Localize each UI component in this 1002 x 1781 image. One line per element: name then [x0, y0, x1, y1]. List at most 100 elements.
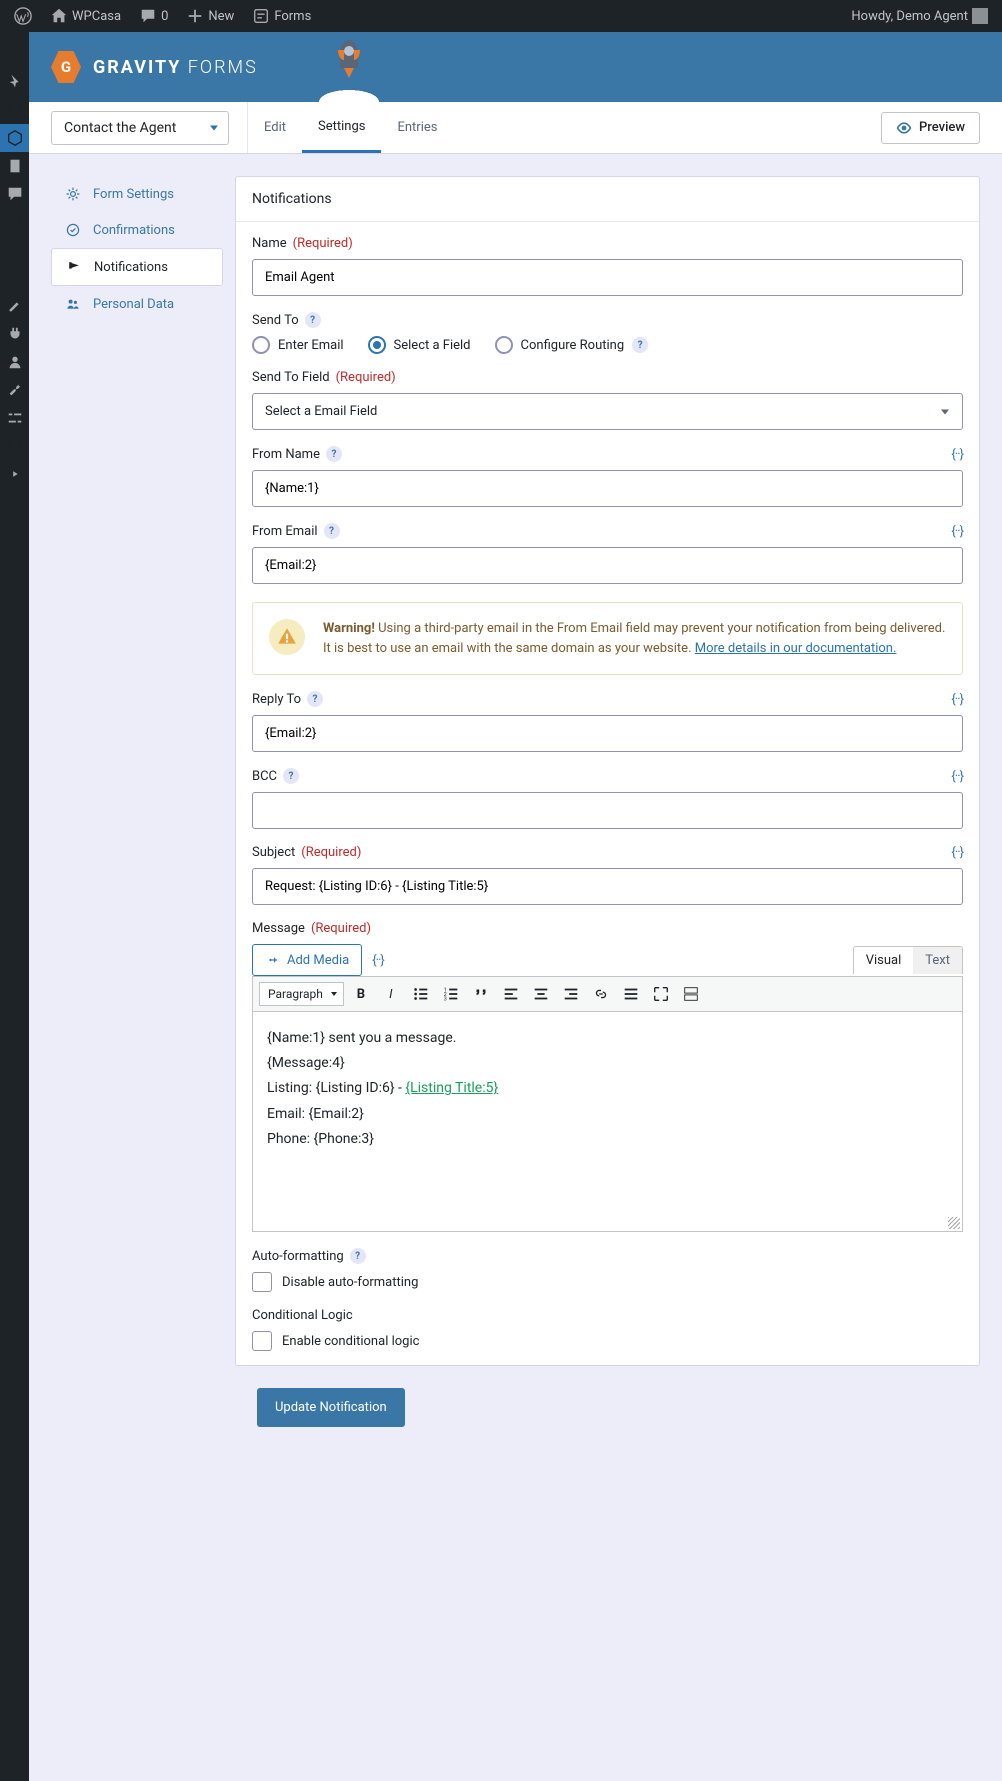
menu-gravity-icon[interactable]: [0, 124, 29, 152]
sendto-field-label: Send To Field: [252, 370, 330, 385]
autofmt-checkbox[interactable]: [252, 1272, 272, 1292]
quote-icon[interactable]: [468, 981, 494, 1007]
menu-pages-icon[interactable]: [0, 152, 29, 180]
menu-comments-icon[interactable]: [0, 180, 29, 208]
editor-toolbar: Paragraph B I 123: [252, 976, 963, 1012]
menu-forms-icon[interactable]: [0, 96, 29, 124]
forms-label: Forms: [274, 9, 311, 24]
wp-logo[interactable]: [8, 7, 38, 25]
gravity-logo-text: GRAVITY FORMS: [93, 57, 258, 78]
merge-tag-icon[interactable]: {··}: [372, 953, 384, 968]
ul-icon[interactable]: [408, 981, 434, 1007]
menu-tools-icon[interactable]: [0, 376, 29, 404]
radio-select-field[interactable]: Select a Field: [368, 336, 471, 354]
forms-link[interactable]: Forms: [246, 7, 317, 25]
menu-pin-icon[interactable]: [0, 68, 29, 96]
from-email-input[interactable]: [252, 547, 963, 584]
resize-handle[interactable]: [948, 1217, 960, 1229]
link-icon[interactable]: [588, 981, 614, 1007]
align-right-icon[interactable]: [558, 981, 584, 1007]
avatar: [972, 8, 988, 24]
merge-tag-icon[interactable]: {··}: [951, 769, 963, 784]
panel-title: Notifications: [236, 177, 979, 222]
align-left-icon[interactable]: [498, 981, 524, 1007]
menu-appearance-icon[interactable]: [0, 292, 29, 320]
tab-edit[interactable]: Edit: [248, 102, 302, 153]
from-email-label: From Email: [252, 524, 318, 539]
help-icon[interactable]: ?: [632, 337, 648, 353]
bold-icon[interactable]: B: [348, 981, 374, 1007]
paragraph-select[interactable]: Paragraph: [259, 982, 344, 1006]
merge-tag-icon[interactable]: {··}: [951, 524, 963, 539]
bcc-input[interactable]: [252, 792, 963, 829]
italic-icon[interactable]: I: [378, 981, 404, 1007]
comments-link[interactable]: 0: [133, 7, 174, 25]
menu-location-icon[interactable]: [0, 236, 29, 264]
ol-icon[interactable]: 123: [438, 981, 464, 1007]
update-notification-button[interactable]: Update Notification: [257, 1388, 405, 1427]
nav-form-settings[interactable]: Form Settings: [51, 176, 223, 212]
add-media-button[interactable]: Add Media: [252, 944, 362, 976]
merge-tag-icon[interactable]: {··}: [951, 692, 963, 707]
form-selector[interactable]: Contact the Agent: [51, 111, 229, 145]
wp-adminbar: WPCasa 0 New Forms Howdy, Demo Agent: [0, 0, 1002, 32]
wp-sidebar: [0, 32, 29, 1781]
comments-count: 0: [161, 9, 168, 24]
new-content[interactable]: New: [180, 7, 240, 25]
message-editor[interactable]: {Name:1} sent you a message. {Message:4}…: [252, 1012, 963, 1232]
message-label: Message: [252, 921, 305, 936]
merge-tag-icon[interactable]: {··}: [951, 845, 963, 860]
menu-dashboard-icon[interactable]: [0, 40, 29, 68]
menu-settings-icon[interactable]: [0, 404, 29, 432]
radio-configure-routing[interactable]: Configure Routing ?: [495, 336, 649, 354]
menu-generic-icon[interactable]: [0, 432, 29, 460]
nav-personal-data[interactable]: Personal Data: [51, 286, 223, 322]
bcc-label: BCC: [252, 769, 277, 784]
svg-text:3: 3: [444, 996, 447, 1002]
editor-tab-text[interactable]: Text: [913, 947, 962, 974]
help-icon[interactable]: ?: [350, 1248, 366, 1264]
name-label: Name: [252, 236, 287, 251]
help-icon[interactable]: ?: [307, 691, 323, 707]
menu-media-icon[interactable]: [0, 460, 29, 488]
radio-enter-email[interactable]: Enter Email: [252, 336, 344, 354]
help-icon[interactable]: ?: [326, 446, 342, 462]
tab-entries[interactable]: Entries: [381, 102, 453, 153]
toolbar-toggle-icon[interactable]: [678, 981, 704, 1007]
editor-tab-visual[interactable]: Visual: [854, 947, 914, 974]
merge-tag-icon[interactable]: {··}: [951, 447, 963, 462]
listing-link[interactable]: {Listing Title:5}: [405, 1080, 498, 1096]
name-input[interactable]: [252, 259, 963, 296]
nav-notifications[interactable]: Notifications: [51, 248, 223, 286]
cond-checkbox[interactable]: [252, 1331, 272, 1351]
settings-nav: Form Settings Confirmations Notification…: [51, 176, 223, 322]
warning-link[interactable]: More details in our documentation.: [695, 641, 897, 656]
readmore-icon[interactable]: [618, 981, 644, 1007]
subject-label: Subject: [252, 845, 295, 860]
align-center-icon[interactable]: [528, 981, 554, 1007]
fullscreen-icon[interactable]: [648, 981, 674, 1007]
tab-settings[interactable]: Settings: [302, 102, 381, 153]
menu-collapse-icon[interactable]: [0, 264, 29, 292]
from-name-input[interactable]: [252, 470, 963, 507]
howdy-text: Howdy, Demo Agent: [851, 9, 968, 24]
help-icon[interactable]: ?: [283, 768, 299, 784]
help-icon[interactable]: ?: [305, 312, 321, 328]
menu-mail-icon[interactable]: [0, 208, 29, 236]
sendto-field-select[interactable]: Select a Email Field: [252, 393, 963, 430]
form-topbar: Contact the Agent Edit Settings Entries …: [29, 102, 1002, 154]
site-link[interactable]: WPCasa: [44, 7, 127, 25]
from-name-label: From Name: [252, 447, 320, 462]
subject-input[interactable]: [252, 868, 963, 905]
help-icon[interactable]: ?: [324, 523, 340, 539]
account-link[interactable]: Howdy, Demo Agent: [845, 8, 994, 24]
site-name: WPCasa: [72, 9, 121, 24]
cond-label: Conditional Logic: [252, 1308, 353, 1323]
reply-input[interactable]: [252, 715, 963, 752]
preview-button[interactable]: Preview: [881, 112, 980, 144]
nav-confirmations[interactable]: Confirmations: [51, 212, 223, 248]
menu-plugins-icon[interactable]: [0, 320, 29, 348]
menu-users-icon[interactable]: [0, 348, 29, 376]
warning-box: Warning! Using a third-party email in th…: [252, 602, 963, 675]
rocket-illustration: [309, 32, 389, 102]
